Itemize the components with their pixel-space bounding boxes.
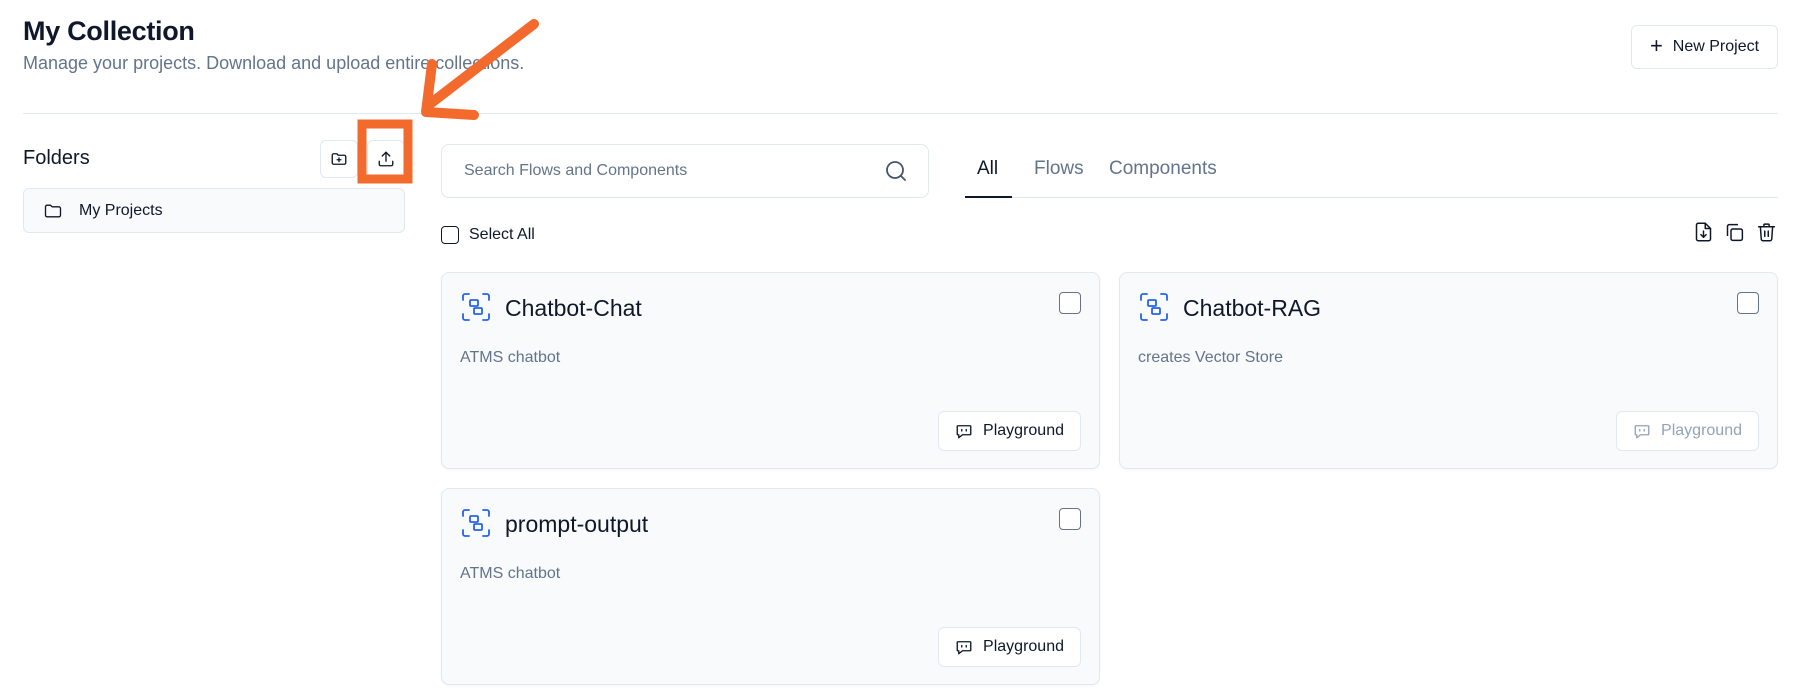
card-checkbox[interactable]	[1737, 292, 1759, 314]
page-title: My Collection	[23, 16, 195, 46]
flow-card[interactable]: prompt-output ATMS chatbot Playground	[441, 488, 1100, 685]
card-title: Chatbot-Chat	[505, 295, 642, 321]
tab-all[interactable]: All	[977, 158, 998, 194]
active-tab-indicator	[965, 196, 1012, 198]
select-all-checkbox[interactable]	[441, 226, 459, 244]
page-subtitle: Manage your projects. Download and uploa…	[23, 53, 525, 73]
flow-card[interactable]: Chatbot-Chat ATMS chatbot Playground	[441, 272, 1100, 469]
playground-label: Playground	[1661, 422, 1742, 439]
card-checkbox[interactable]	[1059, 508, 1081, 530]
upload-icon	[378, 151, 394, 167]
folder-icon	[44, 204, 62, 217]
duplicate-icon	[1726, 223, 1743, 241]
card-description: creates Vector Store	[1138, 349, 1283, 366]
bot-message-icon	[956, 425, 972, 439]
header-divider	[23, 113, 1778, 114]
select-all[interactable]: Select All	[441, 226, 535, 244]
folder-plus-icon	[331, 153, 347, 165]
search-input[interactable]	[464, 162, 884, 180]
sidebar-item-my-projects[interactable]: My Projects	[23, 188, 405, 233]
card-title: Chatbot-RAG	[1183, 295, 1322, 321]
folders-title: Folders	[23, 147, 90, 169]
card-description: ATMS chatbot	[460, 349, 561, 366]
duplicate-selected-button[interactable]	[1721, 219, 1747, 245]
tab-components[interactable]: Components	[1109, 158, 1217, 194]
download-selected-button[interactable]	[1690, 219, 1716, 245]
plus-icon: +	[1649, 33, 1663, 58]
flow-card[interactable]: Chatbot-RAG creates Vector Store Playgro…	[1119, 272, 1778, 469]
card-checkbox[interactable]	[1059, 292, 1081, 314]
tab-bar: All Flows Components	[965, 145, 1778, 198]
upload-folder-button[interactable]	[367, 140, 405, 178]
download-icon	[1695, 222, 1711, 242]
playground-button[interactable]: Playground	[938, 411, 1081, 451]
flow-icon	[462, 509, 490, 537]
search-icon[interactable]	[884, 159, 908, 183]
delete-selected-button[interactable]	[1753, 219, 1779, 245]
tab-flows[interactable]: Flows	[1034, 158, 1084, 194]
bot-message-icon	[1634, 425, 1650, 439]
bot-message-icon	[956, 641, 972, 655]
sidebar-item-label: My Projects	[79, 201, 163, 219]
flow-icon	[462, 293, 490, 321]
new-project-label: New Project	[1672, 38, 1760, 55]
new-project-button[interactable]: + New Project	[1631, 25, 1778, 69]
flow-icon	[1140, 293, 1168, 321]
search-box[interactable]	[441, 144, 929, 198]
playground-button[interactable]: Playground	[938, 627, 1081, 667]
card-description: ATMS chatbot	[460, 565, 561, 582]
add-folder-button[interactable]	[320, 140, 358, 178]
playground-button[interactable]: Playground	[1616, 411, 1759, 451]
playground-label: Playground	[983, 422, 1064, 439]
select-all-label: Select All	[469, 226, 535, 243]
playground-label: Playground	[983, 638, 1064, 655]
card-title: prompt-output	[505, 511, 649, 537]
trash-icon	[1757, 223, 1775, 242]
